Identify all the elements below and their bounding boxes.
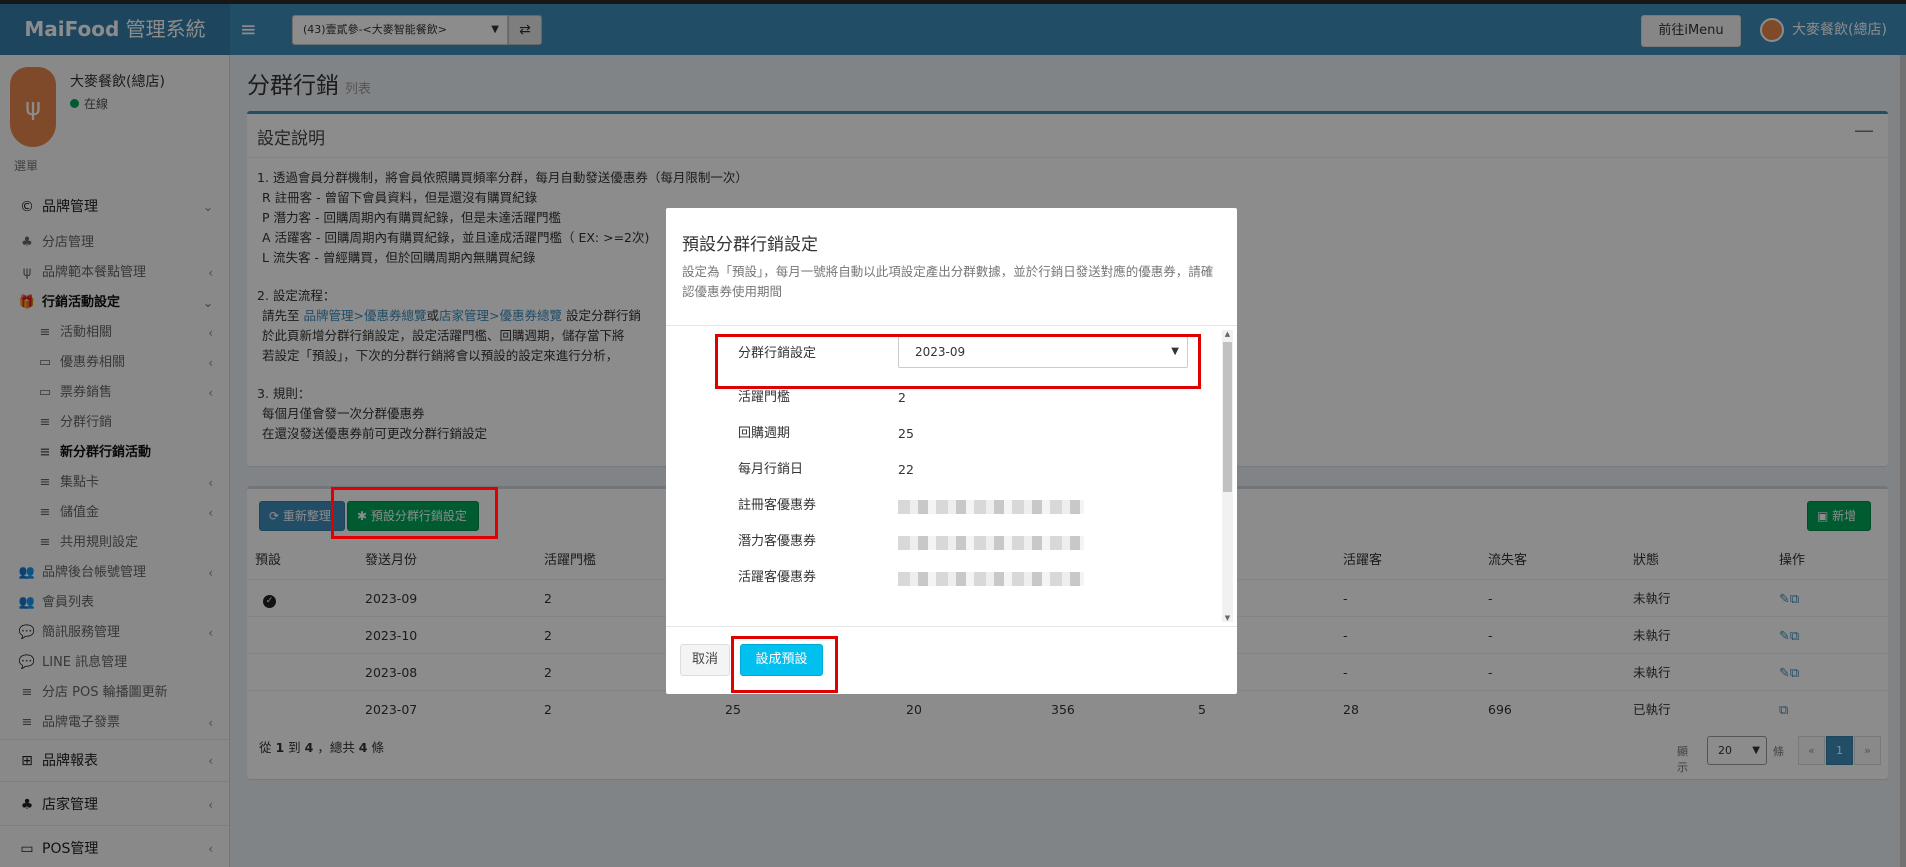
highlight-select-row (715, 334, 1201, 389)
blurred-coupon-value (898, 500, 1084, 514)
preset-settings-modal: 預設分群行銷設定 設定為「預設」，每月一號將自動以此項設定產出分群數據，並於行銷… (666, 208, 1237, 694)
blurred-coupon-value (898, 536, 1084, 550)
registered-coupon-row: 註冊客優惠券 (738, 488, 1198, 524)
modal-title: 預設分群行銷設定 (682, 235, 818, 255)
modal-scrollbar[interactable]: ▲ ▼ (1222, 330, 1233, 622)
marketing-day-row: 每月行銷日 22 (738, 462, 914, 477)
divider (666, 626, 1237, 627)
highlight-save-button (731, 636, 838, 693)
active-coupon-row: 活躍客優惠券 (738, 560, 1198, 596)
scroll-down-icon[interactable]: ▼ (1222, 614, 1233, 622)
modal-description: 設定為「預設」，每月一號將自動以此項設定產出分群數據，並於行銷日發送對應的優惠券… (682, 264, 1214, 299)
cycle-row: 回購週期 25 (738, 426, 914, 441)
highlight-preset-button (331, 487, 498, 539)
potential-coupon-row: 潛力客優惠券 (738, 524, 1198, 560)
blurred-coupon-value (898, 572, 1084, 586)
scroll-thumb[interactable] (1223, 342, 1232, 492)
cancel-button[interactable]: 取消 (680, 644, 730, 676)
scroll-up-icon[interactable]: ▲ (1222, 330, 1233, 338)
